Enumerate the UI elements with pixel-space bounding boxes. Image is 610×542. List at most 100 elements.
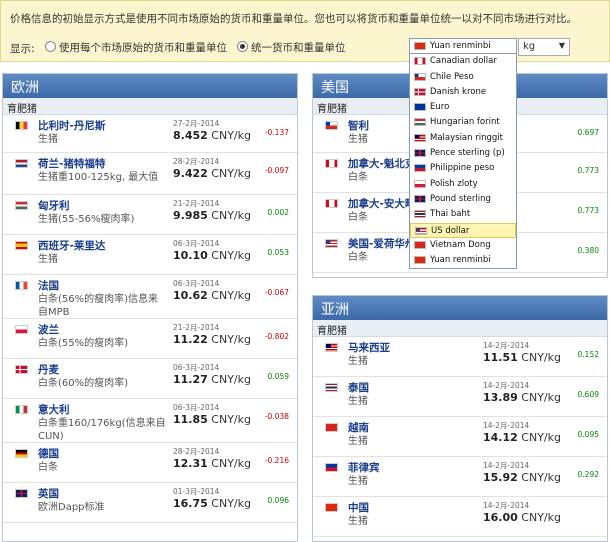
table-row[interactable]: 德国 白条 28-2月-2014 12.31 CNY/kg -0.216 (3, 443, 297, 483)
flag-cn-icon (414, 42, 426, 50)
table-row[interactable]: 法国 白条(56%的瘦肉率)信息来自MPB 06-3月-2014 10.62 CNY/… (3, 275, 297, 319)
table-row[interactable]: 越南 生猪 14-2月-2014 14.12 CNY/kg 0.095 (313, 417, 607, 457)
market-name[interactable]: 马来西亚 (348, 340, 390, 355)
market-name[interactable]: 比利时-丹尼斯 (38, 118, 105, 133)
price-number: 12.31 (173, 457, 208, 470)
market-name[interactable]: 英国 (38, 486, 59, 501)
radio-original-label[interactable]: 使用每个市场原始的货币和重量单位 (59, 40, 227, 55)
currency-option-label: Chile Peso (430, 71, 474, 82)
price-unit: CNY/kg (207, 209, 251, 222)
flag-nl-icon (15, 159, 28, 168)
price-unit: CNY/kg (517, 471, 561, 484)
flag-it-icon (15, 405, 28, 414)
market-name[interactable]: 美国-爱荷华州 (348, 236, 415, 251)
price-value: 11.27 CNY/kg (173, 373, 251, 386)
price-number: 16.75 (173, 497, 208, 510)
currency-option[interactable]: Thai baht (410, 207, 516, 222)
currency-option-label: Canadian dollar (430, 56, 497, 67)
currency-option[interactable]: Pence sterling (p) (410, 146, 516, 161)
table-row[interactable]: 西班牙-莱里达 生猪 06-3月-2014 10.10 CNY/kg 0.053 (3, 235, 297, 275)
radio-original-units[interactable] (45, 41, 56, 52)
currency-option[interactable]: US dollar (410, 222, 516, 238)
market-name[interactable]: 法国 (38, 278, 59, 293)
asia-category: 育肥猪 (313, 320, 607, 337)
currency-option[interactable]: Hungarian forint (410, 115, 516, 130)
table-row[interactable]: 丹麦 白条(60%的瘦肉率) 06-3月-2014 11.27 CNY/kg 0.059 (3, 359, 297, 399)
currency-option-label: Malaysian ringgit (430, 132, 503, 143)
table-row[interactable]: 荷兰-猪特福特 生猪重100-125kg, 最大值 28-2月-2014 9.422 … (3, 153, 297, 195)
market-name[interactable]: 中国 (348, 500, 369, 515)
flag-us-icon (325, 239, 338, 248)
price-unit: CNY/kg (517, 511, 561, 524)
market-name[interactable]: 德国 (38, 446, 59, 461)
price-value: 10.10 CNY/kg (173, 249, 251, 262)
currency-option-label: Yuan renminbi (430, 41, 491, 51)
radio-unified-units[interactable] (237, 41, 248, 52)
product-type: 生猪重100-125kg, 最大值 (38, 172, 159, 183)
price-change: 0.380 (577, 246, 599, 255)
price-unit: CNY/kg (517, 391, 561, 404)
currency-option[interactable]: Yuan renminbi (410, 253, 516, 268)
display-label: 显示: (10, 43, 35, 55)
market-name[interactable]: 荷兰-猪特福特 (38, 156, 105, 171)
currency-option[interactable]: Polish zloty (410, 177, 516, 192)
market-name[interactable]: 西班牙-莱里达 (38, 238, 105, 253)
product-type: 白条 (38, 462, 58, 473)
currency-notice: 价格信息的初始显示方式是使用不同市场原始的货币和重量单位。您也可以将货币和重量单… (0, 0, 610, 62)
price-number: 11.27 (173, 373, 208, 386)
chevron-down-icon: ▼ (558, 41, 565, 50)
market-name[interactable]: 匈牙利 (38, 198, 70, 213)
market-name[interactable]: 意大利 (38, 402, 70, 417)
price-unit: CNY/kg (207, 167, 251, 180)
price-value: 12.31 CNY/kg (173, 457, 251, 470)
table-row[interactable]: 泰国 生猪 14-2月-2014 13.89 CNY/kg 0.609 (313, 377, 607, 417)
market-name[interactable]: 丹麦 (38, 362, 59, 377)
flag-pl-icon (414, 179, 426, 188)
currency-option-label: Hungarian forint (430, 117, 500, 128)
flag-vn-icon (414, 240, 426, 249)
market-name[interactable]: 加拿大-安大略 (348, 196, 415, 211)
flag-ph-icon (414, 164, 426, 173)
flag-vn-icon (325, 423, 338, 432)
currency-option[interactable]: Danish krone (410, 85, 516, 100)
market-name[interactable]: 智利 (348, 118, 369, 133)
table-row[interactable]: 中国 生猪 14-2月-2014 16.00 CNY/kg (313, 497, 607, 537)
currency-option[interactable]: Philippine peso (410, 161, 516, 176)
currency-option-label: Vietnam Dong (430, 239, 491, 250)
market-name[interactable]: 泰国 (348, 380, 369, 395)
currency-option[interactable]: Euro (410, 100, 516, 115)
currency-option[interactable]: Pound sterling (410, 192, 516, 207)
market-name[interactable]: 加拿大-魁北克 (348, 156, 415, 171)
product-type: 生猪(55-56%瘦肉率) (38, 214, 135, 225)
price-number: 14.12 (483, 431, 518, 444)
currency-option[interactable]: Chile Peso (410, 70, 516, 85)
price-number: 16.00 (483, 511, 518, 524)
table-row[interactable]: 英国 欧洲Dapp标准 01-3月-2014 16.75 CNY/kg 0.096 (3, 483, 297, 523)
flag-fr-icon (15, 281, 28, 290)
radio-unified-label[interactable]: 统一货币和重量单位 (251, 40, 346, 55)
price-date: 06-3月-2014 (173, 363, 220, 372)
price-change: 0.773 (577, 166, 599, 175)
market-name[interactable]: 菲律宾 (348, 460, 380, 475)
price-value: 14.12 CNY/kg (483, 431, 561, 444)
currency-dropdown[interactable]: Yuan renminbi Canadian dollar Chile Peso Da… (409, 38, 517, 270)
asia-rows: 马来西亚 生猪 14-2月-2014 11.51 CNY/kg 0.152 泰国 生猪 14-… (313, 337, 607, 537)
currency-option[interactable]: Malaysian ringgit (410, 131, 516, 146)
currency-option[interactable]: Yuan renminbi (410, 39, 516, 55)
table-row[interactable]: 波兰 白条(55%的瘦肉率) 21-2月-2014 11.22 CNY/kg -0.80… (3, 319, 297, 359)
currency-option[interactable]: Vietnam Dong (410, 238, 516, 253)
table-row[interactable]: 意大利 白条重160/176kg(信息来自CUN) 06-3月-2014 11.85 … (3, 399, 297, 443)
market-name[interactable]: 越南 (348, 420, 369, 435)
flag-hu-icon (414, 118, 426, 127)
table-row[interactable]: 马来西亚 生猪 14-2月-2014 11.51 CNY/kg 0.152 (313, 337, 607, 377)
table-row[interactable]: 菲律宾 生猪 14-2月-2014 15.92 CNY/kg 0.292 (313, 457, 607, 497)
flag-hu-icon (15, 201, 28, 210)
price-number: 9.422 (173, 167, 208, 180)
table-row[interactable]: 比利时-丹尼斯 生猪 27-2月-2014 8.452 CNY/kg -0.137 (3, 115, 297, 153)
market-name[interactable]: 波兰 (38, 322, 59, 337)
currency-option[interactable]: Canadian dollar (410, 54, 516, 69)
weight-unit-select[interactable]: kg ▼ (518, 38, 570, 56)
currency-option-label: Thai baht (430, 209, 471, 220)
weight-unit-value: kg (523, 41, 536, 52)
table-row[interactable]: 匈牙利 生猪(55-56%瘦肉率) 21-2月-2014 9.985 CNY/kg 0.… (3, 195, 297, 235)
